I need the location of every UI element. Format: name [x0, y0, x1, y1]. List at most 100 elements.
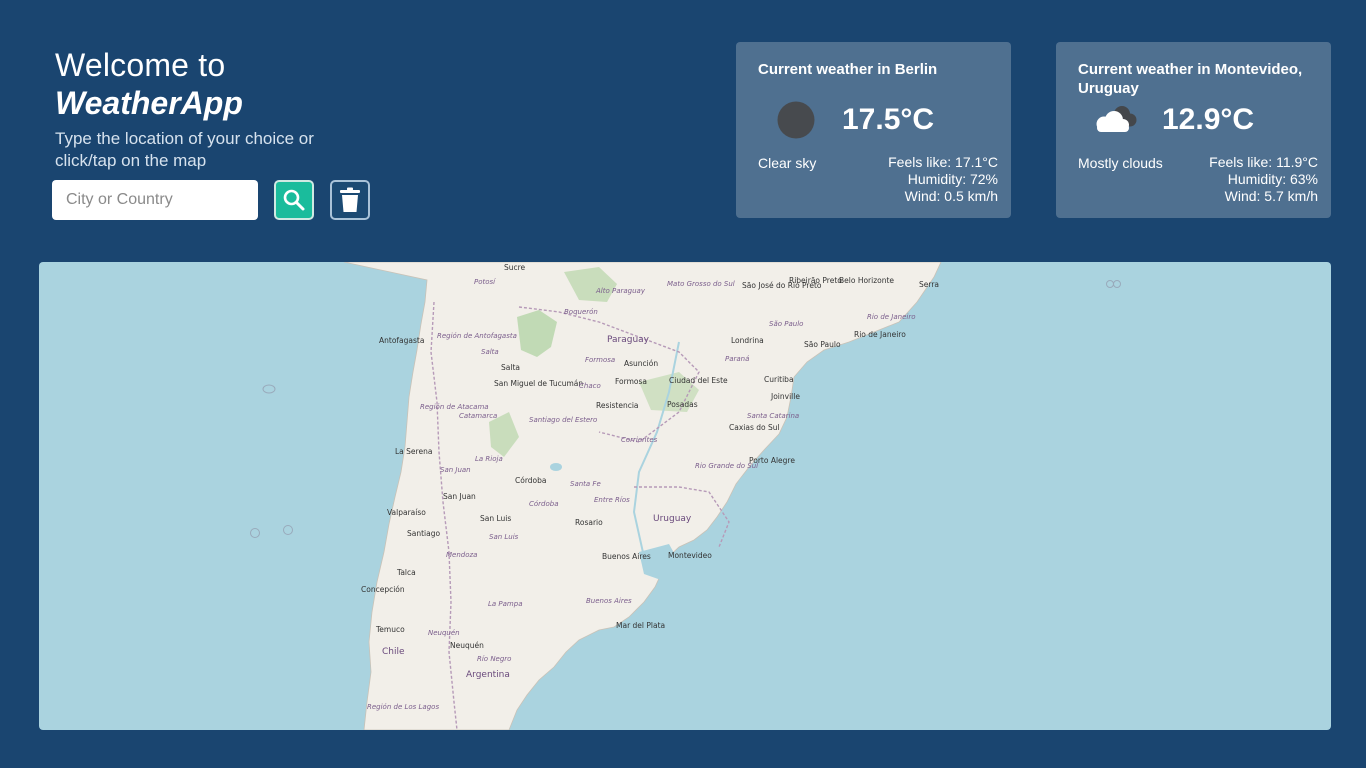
- trash-icon: [340, 187, 360, 212]
- map-region-label: La Pampa: [488, 600, 522, 608]
- map-region-label: Rio Grande do Sul: [695, 462, 758, 470]
- map-city-label: São Paulo: [804, 340, 841, 349]
- map-city-label: Córdoba: [515, 476, 546, 485]
- map-region-label: Potosí: [474, 278, 496, 286]
- map-region-label: Neuquén: [428, 629, 460, 637]
- header: Welcome to WeatherApp Type the location …: [55, 46, 355, 172]
- map-region-label: Salta: [481, 348, 499, 356]
- map-city-label: Santiago: [407, 529, 440, 538]
- map-region-label: Buenos Aires: [586, 597, 632, 605]
- map-city-label: Concepción: [361, 585, 405, 594]
- map-city-label: Formosa: [615, 377, 647, 386]
- map-city-label: Temuco: [375, 625, 405, 634]
- map-city-label: Antofagasta: [379, 336, 424, 345]
- map-city-label: Sucre: [504, 263, 526, 272]
- map-city-label: Resistencia: [596, 401, 639, 410]
- weather-description: Clear sky: [758, 155, 817, 171]
- map-region-label: Catamarca: [459, 412, 497, 420]
- map-region-label: Santa Catarina: [747, 412, 799, 420]
- map-city-label: Rosario: [575, 518, 603, 527]
- map-city-label: Belo Horizonte: [839, 276, 894, 285]
- map-region-label: Chaco: [579, 382, 601, 390]
- map-city-label: Caxias do Sul: [729, 423, 780, 432]
- island: [262, 384, 276, 394]
- subtitle: Type the location of your choice or clic…: [55, 129, 314, 170]
- wind: Wind: 5.7 km/h: [1224, 188, 1318, 204]
- map-region-label: Formosa: [585, 356, 615, 364]
- map-region-label: Boquerón: [564, 308, 598, 316]
- map-city-label: La Serena: [395, 447, 432, 456]
- map-city-label: Mar del Plata: [616, 621, 665, 630]
- clear-button[interactable]: [330, 180, 370, 220]
- map-region-label: Santiago del Estero: [529, 416, 597, 424]
- map-city-label: Joinville: [770, 392, 800, 401]
- map-city-label: Neuquén: [450, 641, 484, 650]
- map-city-label: Londrina: [731, 336, 764, 345]
- map-region-label: Río Negro: [477, 655, 511, 663]
- map-city-label: Asunción: [624, 359, 658, 368]
- search-icon: [283, 189, 305, 211]
- search-bar: [52, 180, 370, 220]
- app-name: WeatherApp: [55, 85, 243, 121]
- feels-like: Feels like: 17.1°C: [888, 154, 998, 170]
- humidity: Humidity: 63%: [1227, 171, 1318, 187]
- clear-sky-icon: [777, 101, 815, 139]
- temperature: 12.9°C: [1162, 103, 1255, 136]
- map-region-label: Mato Grosso do Sul: [667, 280, 735, 288]
- map-region-label: San Luis: [489, 533, 519, 541]
- map-city-label: Serra: [919, 280, 939, 289]
- weather-card-berlin: Current weather in Berlin 17.5°C Clear s…: [736, 42, 1011, 218]
- feels-like: Feels like: 11.9°C: [1209, 154, 1318, 170]
- map-city-label: Curitiba: [764, 375, 794, 384]
- map-region-label: Región de Los Lagos: [367, 703, 439, 711]
- humidity: Humidity: 72%: [907, 171, 998, 187]
- welcome-text: Welcome to: [55, 47, 226, 83]
- map-region-label: Rio de Janeiro: [867, 313, 916, 321]
- map-city-label: Salta: [501, 363, 520, 372]
- map-region-label: Córdoba: [529, 500, 559, 508]
- map-city-label: Ribeirão Preto: [789, 276, 842, 285]
- temperature: 17.5°C: [842, 103, 935, 136]
- island: [250, 528, 260, 538]
- map-canvas[interactable]: Sucre São José do Rio Preto Ribeirão Pre…: [39, 262, 1331, 730]
- weather-description: Mostly clouds: [1078, 155, 1163, 171]
- map-region-label: São Paulo: [769, 320, 803, 328]
- map-city-label: San Miguel de Tucumán: [494, 379, 583, 388]
- map-country-label: Argentina: [466, 670, 510, 680]
- weather-details: Feels like: 11.9°C Humidity: 63% Wind: 5…: [1209, 154, 1318, 205]
- map-region-label: Entre Ríos: [594, 496, 630, 504]
- map-city-label: San Juan: [443, 492, 476, 501]
- search-button[interactable]: [274, 180, 314, 220]
- map-country-label: Uruguay: [653, 514, 692, 524]
- map-region-label: Santa Fe: [570, 480, 601, 488]
- map-region-label: Alto Paraguay: [595, 287, 646, 295]
- map-region-label: Mendoza: [446, 551, 477, 559]
- map-region-label: San Juan: [440, 466, 471, 474]
- wind: Wind: 0.5 km/h: [904, 188, 998, 204]
- map-region-label: Corrientes: [621, 436, 658, 444]
- map-region-label: Paraná: [725, 355, 749, 363]
- island: [1113, 280, 1121, 288]
- map-city-label: Talca: [396, 568, 416, 577]
- island: [283, 525, 293, 535]
- weather-details: Feels like: 17.1°C Humidity: 72% Wind: 0…: [888, 154, 998, 205]
- map-region-label: Región de Atacama: [420, 403, 489, 411]
- map-city-label: Ciudad del Este: [669, 376, 728, 385]
- lake: [550, 463, 562, 471]
- map-country-label: Paraguay: [607, 335, 650, 345]
- weather-card-montevideo: Current weather in Montevideo, Uruguay 1…: [1056, 42, 1331, 218]
- city-input[interactable]: [52, 180, 258, 220]
- map-city-label: Montevideo: [668, 551, 712, 560]
- map-region-label: La Rioja: [475, 455, 503, 463]
- map-city-label: Valparaíso: [387, 508, 426, 517]
- map-city-label: Buenos Aires: [602, 552, 651, 561]
- map-country-label: Chile: [382, 647, 405, 657]
- map-city-label: Posadas: [667, 400, 698, 409]
- map-city-label: Rio de Janeiro: [854, 330, 906, 339]
- card-title: Current weather in Berlin: [758, 61, 938, 78]
- map-city-label: San Luis: [480, 514, 511, 523]
- clouds-icon: [1096, 106, 1137, 132]
- map[interactable]: Sucre São José do Rio Preto Ribeirão Pre…: [39, 262, 1331, 730]
- map-region-label: Región de Antofagasta: [437, 332, 517, 340]
- land-mass: [343, 262, 942, 730]
